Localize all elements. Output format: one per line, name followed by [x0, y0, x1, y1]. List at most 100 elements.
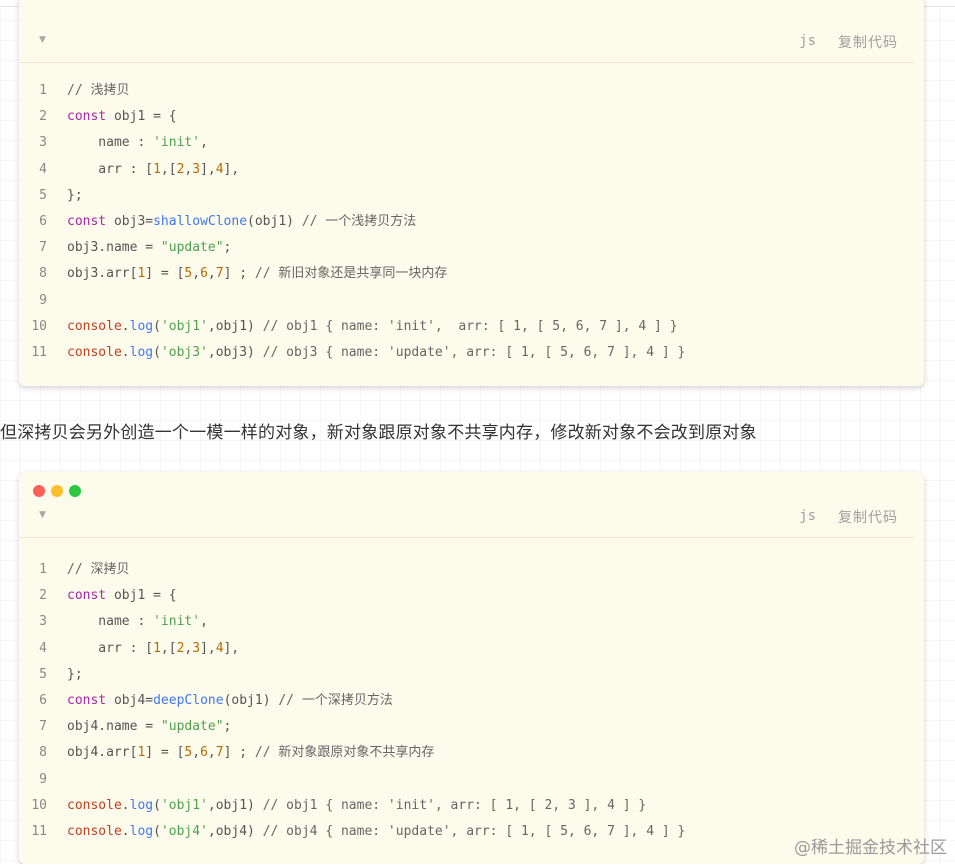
code-token: ], [200, 640, 216, 656]
code-text: console.log('obj1',obj1) // obj1 { name:… [67, 314, 678, 340]
code-token: ( [153, 344, 161, 360]
code-token: ; [223, 240, 232, 256]
collapse-chevron-icon[interactable]: ▼ [39, 35, 46, 45]
code-token: 3 [192, 640, 201, 656]
code-line: 5}; [19, 183, 685, 209]
code-token: , [200, 135, 208, 151]
code-token: ,[ [160, 161, 177, 177]
line-number: 1 [39, 83, 47, 98]
line-number: 10 [31, 318, 47, 334]
code-token: console [67, 797, 122, 813]
code-text: const obj1 = { [67, 104, 177, 130]
code-token: . [121, 797, 130, 813]
code-token: console [67, 318, 122, 334]
code-token: obj3.arr[ [67, 266, 138, 282]
code-line: 1 // 深拷贝 [19, 557, 685, 583]
code-text: obj4.name = "update"; [67, 714, 231, 740]
code-token: 1 [153, 161, 161, 177]
code-text: // 浅拷贝 [67, 78, 129, 104]
code-token: arr : [ [67, 161, 154, 177]
code-line: 6 const obj3=shallowClone(obj1) // 一个浅拷贝方… [19, 209, 685, 235]
code-token: name : [67, 614, 154, 630]
code-line: 7 obj3.name = "update"; [19, 235, 685, 261]
code-token: // obj1 { name: 'init', arr: [ 1, [ 5, 6… [262, 318, 678, 334]
code-line: 10 console.log('obj1',obj1) // obj1 { nam… [19, 314, 685, 340]
code-text: arr : [1,[2,3],4], [67, 636, 239, 662]
minimize-dot-icon [51, 485, 63, 497]
code-text: arr : [1,[2,3],4], [67, 157, 239, 183]
code-token: 'obj1' [160, 318, 208, 334]
code-text: name : 'init', [67, 609, 208, 635]
code-token: arr : [ [67, 640, 154, 656]
code-line: 1 // 浅拷贝 [19, 78, 685, 104]
code-token: ( [153, 318, 161, 334]
line-number: 7 [39, 240, 47, 256]
code-language-label: js [799, 33, 816, 49]
code-line: 9 [19, 288, 685, 314]
line-number: 7 [39, 719, 47, 735]
code-token: . [121, 318, 130, 334]
code-token: const [67, 109, 107, 125]
code-block-shallow-copy: ▼ js 复制代码 1// 浅拷贝 2 const obj1 = {3 name :… [19, 0, 924, 386]
code-content[interactable]: 1// 深拷贝 2 const obj1 = {3 name : 'init', 4 … [19, 557, 685, 845]
code-text: console.log('obj4',obj4) // obj4 { name:… [67, 819, 685, 845]
code-token: console [67, 344, 122, 360]
code-token: ], [200, 161, 216, 177]
code-text: // 深拷贝 [67, 557, 129, 583]
line-number: 8 [39, 745, 47, 761]
code-token: // obj1 { name: 'init', arr: [ 1, [ 2, 3… [262, 797, 647, 813]
window-controls [33, 485, 81, 497]
line-number: 5 [39, 187, 47, 203]
code-token: // 一个浅拷贝方法 [301, 213, 417, 229]
code-text: console.log('obj1',obj1) // obj1 { name:… [67, 793, 646, 819]
code-line: 6 const obj4=deepClone(obj1) // 一个深拷贝方法 [19, 688, 685, 714]
code-token: const [67, 692, 107, 708]
code-token: log [129, 344, 154, 360]
code-token: obj3= [106, 213, 154, 229]
collapse-chevron-icon[interactable]: ▼ [39, 510, 46, 520]
code-token: const [67, 213, 107, 229]
line-number: 9 [39, 771, 47, 787]
code-line: 11 console.log('obj3',obj3) // obj3 { nam… [19, 340, 685, 366]
line-number: 4 [39, 640, 47, 656]
code-text: obj3.name = "update"; [67, 235, 231, 261]
line-number: 3 [39, 614, 47, 630]
code-token: . [121, 344, 130, 360]
line-number: 6 [39, 213, 47, 229]
code-token: , [207, 266, 216, 282]
copy-code-button[interactable]: 复制代码 [838, 507, 898, 527]
watermark: @稀土掘金技术社区 [794, 838, 947, 858]
code-token: , [200, 614, 208, 630]
code-token: , [207, 745, 216, 761]
code-content[interactable]: 1// 浅拷贝 2 const obj1 = {3 name : 'init', 4 … [19, 78, 685, 366]
code-token: const [67, 588, 107, 604]
code-token: // obj4 { name: 'update', arr: [ 1, [ 5,… [262, 823, 686, 839]
code-token: ,[ [160, 640, 177, 656]
code-token: (obj1) [247, 213, 302, 229]
code-token: , [192, 266, 201, 282]
copy-code-button[interactable]: 复制代码 [838, 32, 898, 52]
code-token: ( [153, 797, 161, 813]
code-line: 11 console.log('obj4',obj4) // obj4 { nam… [19, 819, 685, 845]
code-token: , [192, 745, 201, 761]
code-line: 4 arr : [1,[2,3],4], [19, 636, 685, 662]
code-token: }; [67, 666, 83, 682]
code-token: ( [153, 823, 161, 839]
line-number: 11 [31, 823, 47, 839]
code-line: 8 obj4.arr[1] = [5,6,7] ; // 新对象跟原对象不共享内存 [19, 740, 685, 766]
code-token: log [129, 797, 154, 813]
code-token: "update" [160, 240, 224, 256]
code-token: 1 [153, 640, 161, 656]
code-line: 9 [19, 767, 685, 793]
line-number: 10 [31, 797, 47, 813]
code-token: // 一个深拷贝方法 [278, 692, 393, 708]
code-token: 6 [200, 266, 208, 282]
code-token: . [121, 823, 130, 839]
code-token: log [129, 318, 154, 334]
code-token: // 深拷贝 [67, 562, 130, 577]
maximize-dot-icon [69, 485, 81, 497]
code-token: // 浅拷贝 [67, 83, 130, 98]
code-token: 'obj3' [160, 344, 208, 360]
code-token: 7 [215, 745, 224, 761]
line-number: 5 [39, 666, 47, 682]
